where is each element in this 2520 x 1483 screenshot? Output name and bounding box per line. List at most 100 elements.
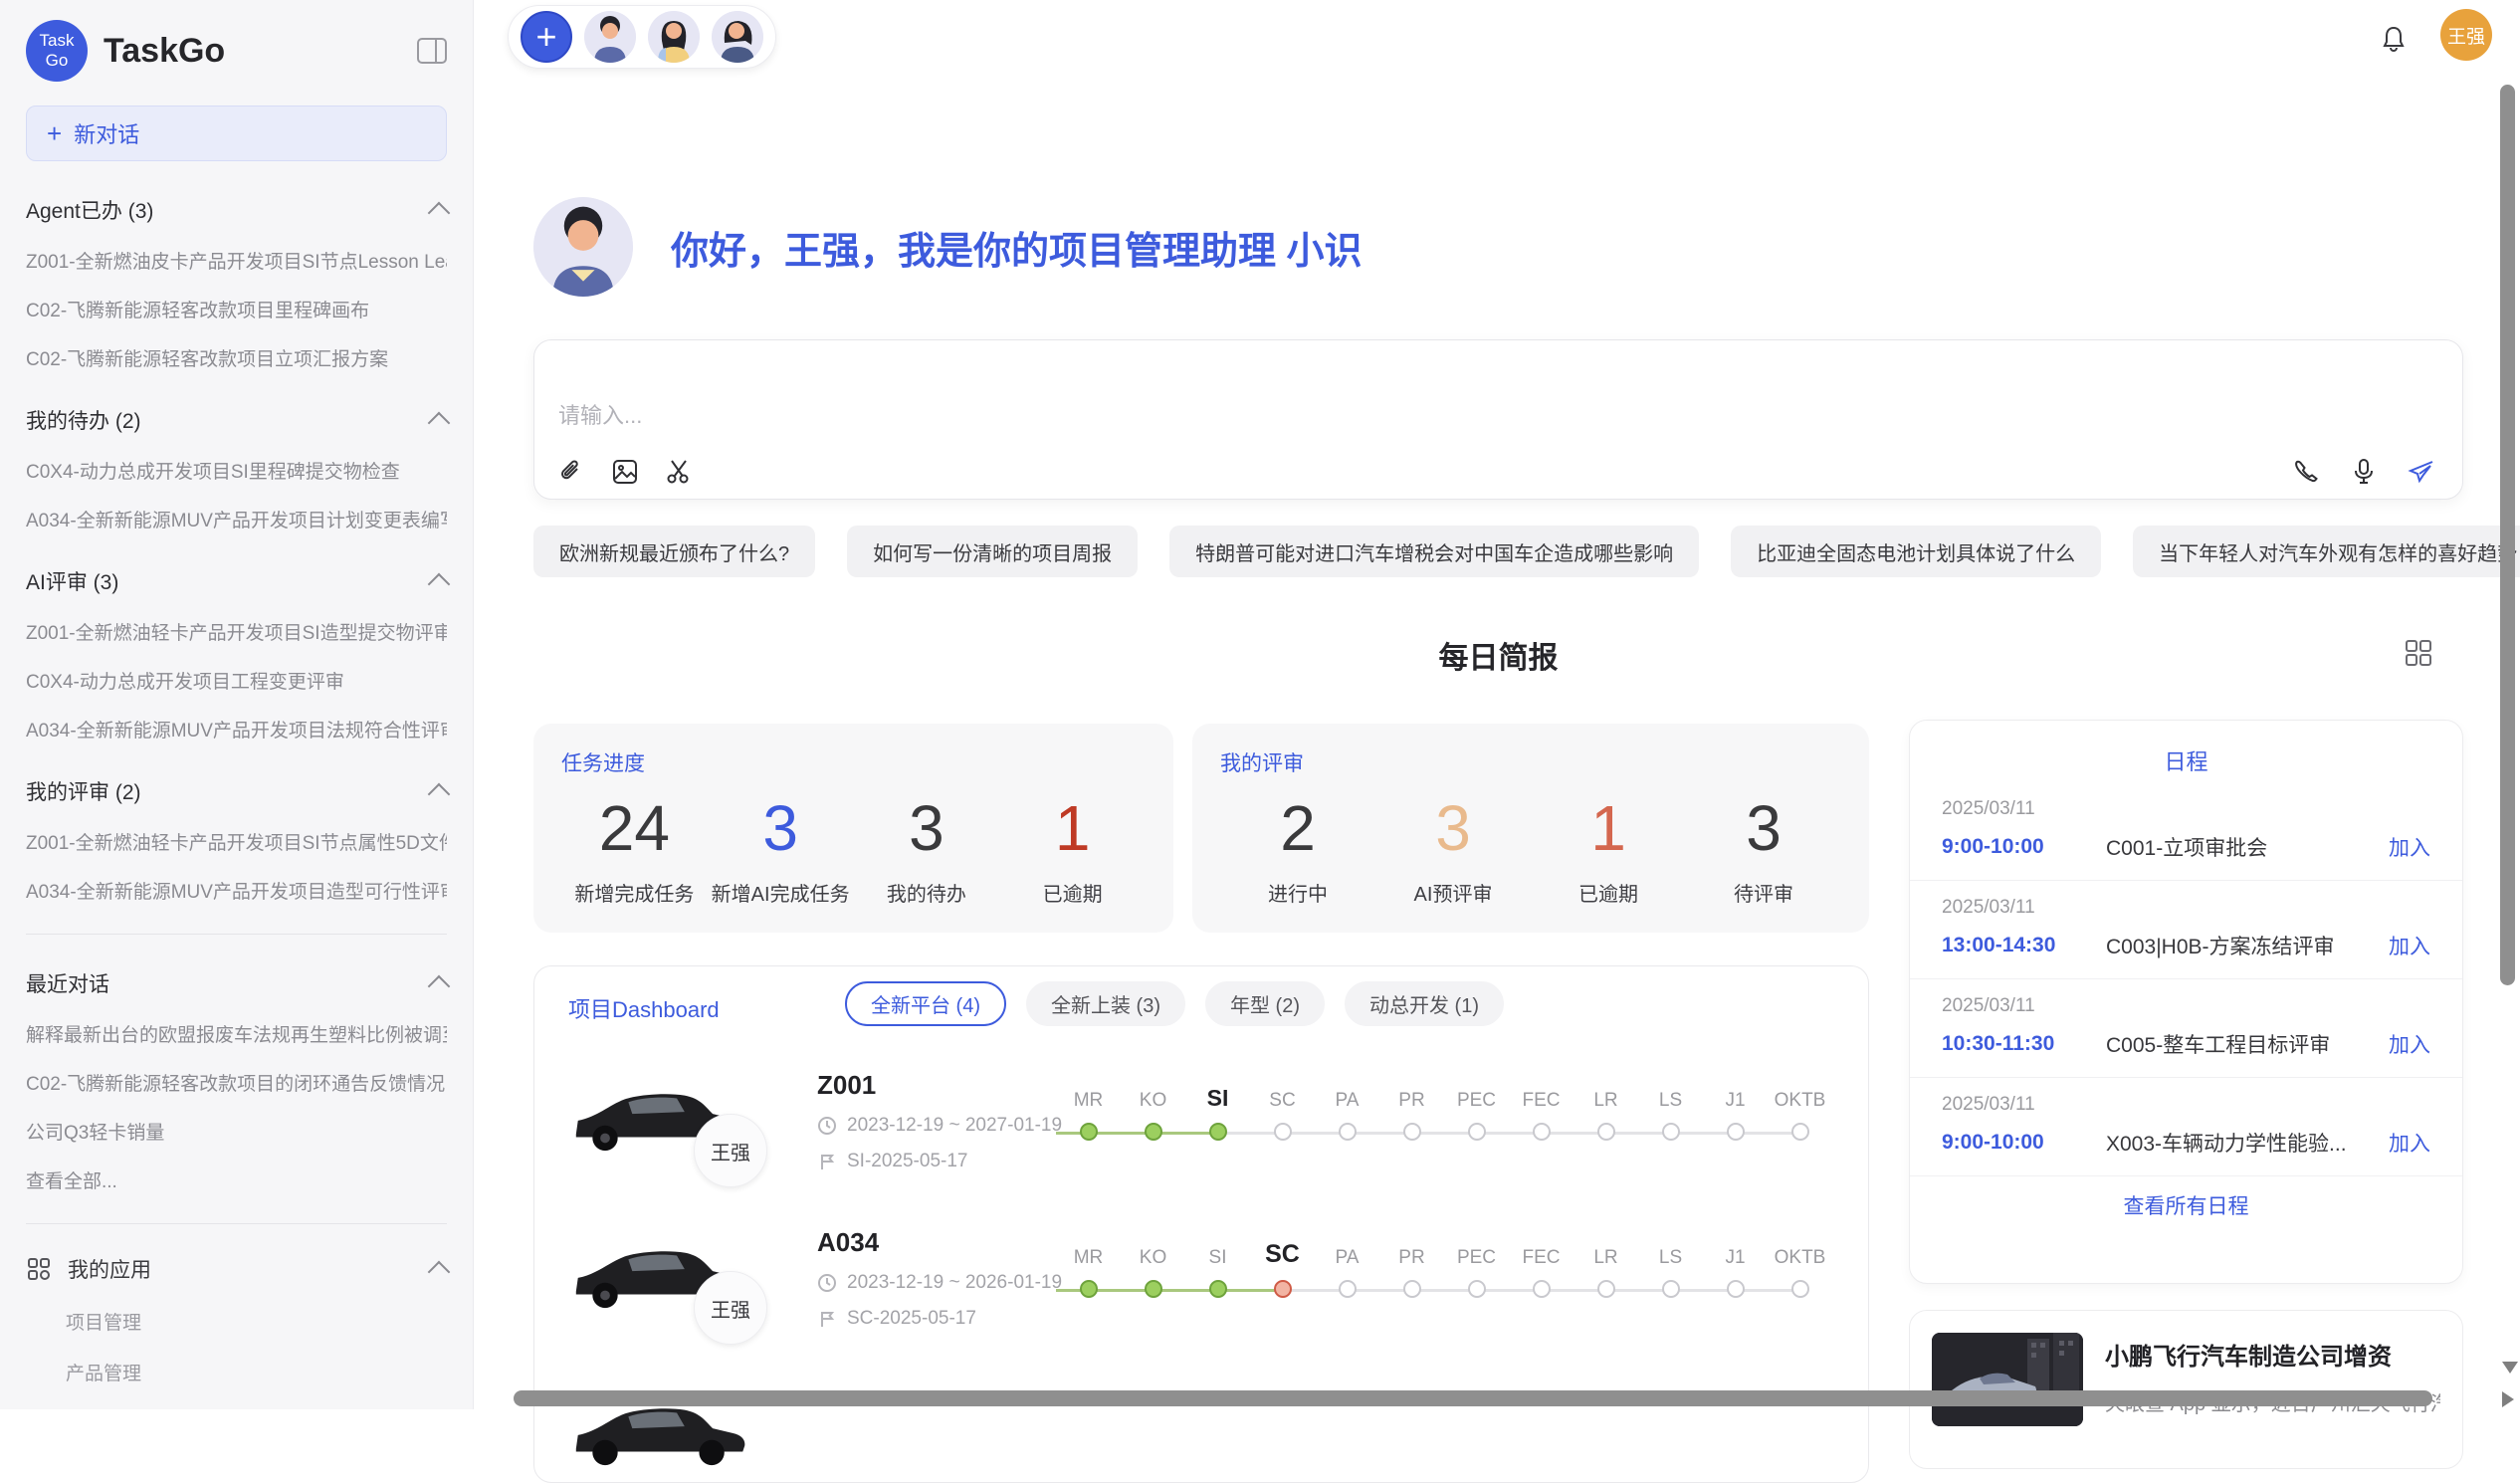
- divider: [26, 934, 447, 935]
- tab-new-platform[interactable]: 全新平台 (4): [845, 981, 1006, 1026]
- chat-input[interactable]: [558, 398, 2051, 444]
- schedule-name: C003|H0B-方案冻结评审: [2106, 931, 2389, 960]
- app-item-product-mgmt[interactable]: 产品管理: [66, 1359, 447, 1385]
- list-item[interactable]: A034-全新新能源MUV产品开发项目法规符合性评审: [26, 716, 447, 742]
- list-item[interactable]: A034-全新新能源MUV产品开发项目造型可行性评审: [26, 877, 447, 904]
- chevron-up-icon[interactable]: [428, 1261, 451, 1284]
- list-item[interactable]: Z001-全新燃油轻卡产品开发项目SI造型提交物评审: [26, 618, 447, 645]
- tab-new-body[interactable]: 全新上装 (3): [1026, 981, 1185, 1026]
- milestone-dot: [1533, 1123, 1551, 1141]
- vertical-scrollbar[interactable]: [2500, 85, 2515, 985]
- sidebar-header: Task Go TaskGo: [26, 20, 447, 82]
- horizontal-scrollbar[interactable]: [514, 1390, 2432, 1406]
- image-icon[interactable]: [610, 457, 640, 487]
- sidebar-item-my-apps[interactable]: 我的应用: [26, 1254, 447, 1284]
- chevron-up-icon[interactable]: [428, 975, 451, 998]
- list-item[interactable]: C0X4-动力总成开发项目工程变更评审: [26, 667, 447, 694]
- section-agent-done[interactable]: Agent已办 (3): [26, 195, 447, 225]
- avatar[interactable]: [584, 11, 636, 63]
- chevron-up-icon[interactable]: [428, 783, 451, 806]
- chevron-up-icon[interactable]: [428, 202, 451, 225]
- scissors-icon[interactable]: [664, 457, 694, 487]
- list-item[interactable]: Z001-全新燃油轻卡产品开发项目SI节点属性5D文件评审: [26, 828, 447, 855]
- project-flag: SI-2025-05-17: [817, 1151, 1062, 1172]
- list-item[interactable]: 公司Q3轻卡销量: [26, 1118, 447, 1145]
- microphone-icon[interactable]: [2349, 457, 2379, 487]
- flag-icon: [817, 1309, 837, 1329]
- schedule-name: C001-立项审批会: [2106, 832, 2389, 862]
- milestone-dot: [1727, 1123, 1745, 1141]
- list-item[interactable]: Z001-全新燃油皮卡产品开发项目SI节点Lesson Learn报告: [26, 247, 447, 274]
- chevron-up-icon[interactable]: [428, 412, 451, 435]
- layout-grid-icon[interactable]: [2403, 637, 2434, 669]
- app-title: TaskGo: [104, 32, 401, 71]
- section-my-review[interactable]: 我的评审 (2): [26, 776, 447, 806]
- suggestion-chip[interactable]: 特朗普可能对进口汽车增税会对中国车企造成哪些影响: [1169, 526, 1699, 577]
- suggestion-chip[interactable]: 如何写一份清晰的项目周报: [847, 526, 1138, 577]
- notification-bell-icon[interactable]: [2379, 24, 2409, 54]
- list-item[interactable]: C02-飞腾新能源轻客改款项目立项汇报方案: [26, 344, 447, 371]
- schedule-item: 2025/03/11 9:00-10:00 X003-车辆动力学性能验... 加…: [1910, 1078, 2462, 1176]
- chevron-up-icon[interactable]: [428, 573, 451, 596]
- milestone-stepper: MR KO SI SC PA PR PEC FEC LR LS J1 OKTB: [1056, 1233, 1832, 1298]
- section-ai-review[interactable]: AI评审 (3): [26, 566, 447, 596]
- avatar[interactable]: [712, 11, 763, 63]
- owner-badge: 王强: [694, 1271, 767, 1345]
- project-row-a034[interactable]: 王强 A034 2023-12-19 ~ 2026-01-19 SC-2025-…: [568, 1223, 1836, 1373]
- join-button[interactable]: 加入: [2389, 1029, 2430, 1059]
- suggestion-chip[interactable]: 比亚迪全固态电池计划具体说了什么: [1731, 526, 2101, 577]
- join-button[interactable]: 加入: [2389, 931, 2430, 960]
- scrollbar-right-arrow[interactable]: [2502, 1391, 2514, 1407]
- join-button[interactable]: 加入: [2389, 832, 2430, 862]
- stat-overdue: 1 已逾期: [999, 787, 1146, 907]
- view-all-chats[interactable]: 查看全部...: [26, 1166, 447, 1193]
- assistant-avatar: [533, 197, 633, 297]
- news-card[interactable]: 小鹏飞行汽车制造公司增资 天眼查 App 显示，近日广州汇天飞行汽...: [1909, 1310, 2463, 1469]
- schedule-date: 2025/03/11: [1942, 897, 2430, 919]
- divider: [26, 1223, 447, 1224]
- section-my-todo[interactable]: 我的待办 (2): [26, 405, 447, 435]
- project-row-z001[interactable]: 王强 Z001 2023-12-19 ~ 2027-01-19 SI-2025-…: [568, 1066, 1836, 1215]
- main-area: + 王强 你好，王强，我是你的项目管理助理 小识: [474, 0, 2520, 1409]
- milestone-dot: [1727, 1280, 1745, 1298]
- list-item[interactable]: 解释最新出台的欧盟报废车法规再生塑料比例被调至15%...: [26, 1020, 447, 1047]
- suggestion-chip[interactable]: 欧洲新规最近颁布了什么?: [533, 526, 815, 577]
- new-chat-label: 新对话: [74, 117, 139, 149]
- app-item-project-mgmt[interactable]: 项目管理: [66, 1308, 447, 1335]
- schedule-time: 9:00-10:00: [1942, 835, 2106, 859]
- list-item[interactable]: C02-飞腾新能源轻客改款项目的闭环通告反馈情况: [26, 1069, 447, 1096]
- milestone-dot: [1209, 1123, 1227, 1141]
- milestone-dot: [1080, 1123, 1098, 1141]
- milestone-dot: [1662, 1123, 1680, 1141]
- list-item[interactable]: C02-飞腾新能源轻客改款项目里程碑画布: [26, 296, 447, 322]
- list-item[interactable]: C0X4-动力总成开发项目SI里程碑提交物检查: [26, 457, 447, 484]
- avatar[interactable]: [648, 11, 700, 63]
- suggestion-chips: 欧洲新规最近颁布了什么? 如何写一份清晰的项目周报 特朗普可能对进口汽车增税会对…: [533, 526, 2463, 577]
- daily-briefing-title: 每日简报: [533, 633, 2463, 677]
- join-button[interactable]: 加入: [2389, 1128, 2430, 1158]
- user-avatar[interactable]: 王强: [2440, 9, 2492, 61]
- suggestion-chip[interactable]: 当下年轻人对汽车外观有怎样的喜好趋势: [2133, 526, 2520, 577]
- section-recent-chats[interactable]: 最近对话: [26, 968, 447, 998]
- attachment-icon[interactable]: [556, 457, 586, 487]
- logo-text-bottom: Go: [46, 51, 69, 71]
- tab-year-model[interactable]: 年型 (2): [1205, 981, 1325, 1026]
- phone-icon[interactable]: [2291, 457, 2321, 487]
- tab-powertrain[interactable]: 动总开发 (1): [1345, 981, 1504, 1026]
- my-review-card: 我的评审 2 进行中 3 AI预评审 1 已逾期 3 待评审: [1192, 724, 1869, 933]
- add-agent-button[interactable]: +: [521, 11, 572, 63]
- send-icon[interactable]: [2407, 457, 2436, 487]
- schedule-name: C005-整车工程目标评审: [2106, 1029, 2389, 1059]
- collapse-sidebar-icon[interactable]: [417, 38, 447, 64]
- schedule-time: 13:00-14:30: [1942, 934, 2106, 957]
- plus-icon: +: [47, 118, 62, 149]
- new-chat-button[interactable]: + 新对话: [26, 106, 447, 161]
- schedule-item: 2025/03/11 10:30-11:30 C005-整车工程目标评审 加入: [1910, 979, 2462, 1078]
- view-all-schedule[interactable]: 查看所有日程: [1910, 1176, 2462, 1234]
- milestone-dot: [1791, 1280, 1809, 1298]
- app-logo: Task Go: [26, 20, 88, 82]
- milestone-dot: [1145, 1123, 1162, 1141]
- list-item[interactable]: A034-全新新能源MUV产品开发项目计划变更表编写: [26, 506, 447, 532]
- scrollbar-down-arrow[interactable]: [2502, 1362, 2518, 1374]
- milestone-dot: [1468, 1123, 1486, 1141]
